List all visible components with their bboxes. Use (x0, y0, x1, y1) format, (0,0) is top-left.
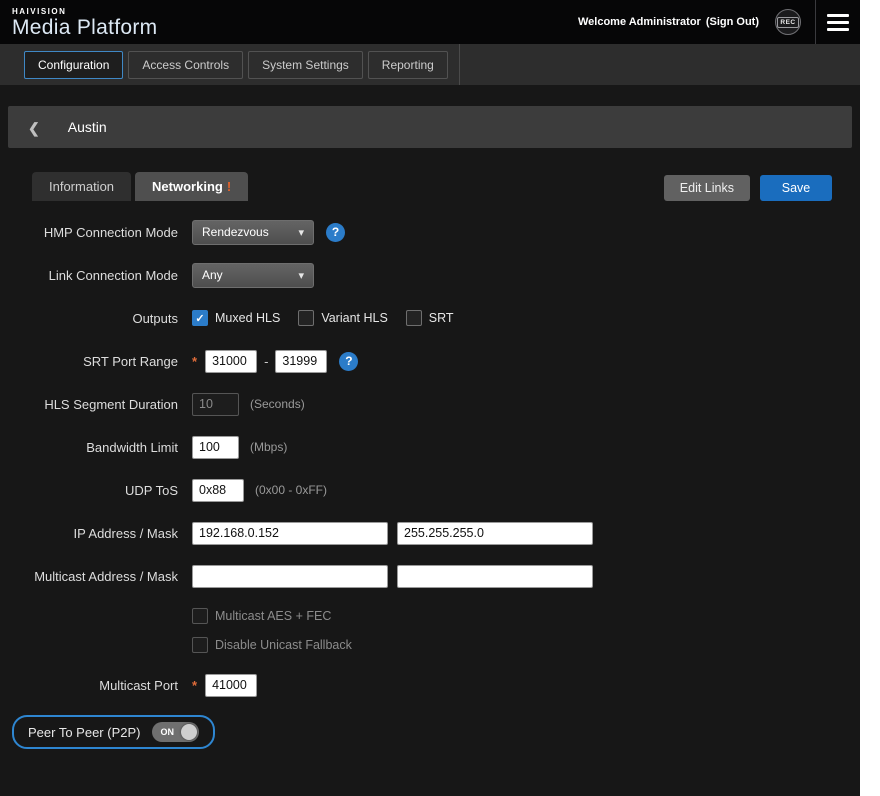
top-header: HAIVISION Media Platform Welcome Adminis… (0, 0, 860, 44)
p2p-label: Peer To Peer (P2P) (28, 725, 140, 740)
nav-divider (459, 44, 460, 85)
checkbox-unchecked-icon (298, 310, 314, 326)
hmp-connection-mode-row: HMP Connection Mode Rendezvous (0, 219, 860, 245)
required-marker: * (192, 678, 197, 693)
hmp-connection-mode-select[interactable]: Rendezvous (192, 220, 314, 245)
range-separator: - (264, 354, 268, 369)
srt-port-range-row: SRT Port Range * - (0, 348, 860, 374)
tab-networking-label: Networking (152, 179, 223, 194)
outputs-row: Outputs Muxed HLS Variant HLS SRT (0, 305, 860, 331)
outputs-muxed-hls-label: Muxed HLS (215, 311, 280, 325)
tab-information[interactable]: Information (32, 172, 131, 201)
link-connection-mode-select[interactable]: Any (192, 263, 314, 288)
srt-port-from-input[interactable] (205, 350, 257, 373)
brand-logo: HAIVISION Media Platform (12, 6, 157, 38)
hls-segment-duration-row: HLS Segment Duration (Seconds) (0, 391, 860, 417)
udp-tos-unit: (0x00 - 0xFF) (255, 483, 327, 497)
multicast-port-input[interactable] (205, 674, 257, 697)
required-marker: * (192, 354, 197, 369)
multicast-port-label: Multicast Port (0, 678, 178, 693)
multicast-address-input[interactable] (192, 565, 388, 588)
hls-segment-duration-input (192, 393, 239, 416)
tab-networking[interactable]: Networking! (135, 172, 248, 201)
bandwidth-limit-row: Bandwidth Limit (Mbps) (0, 434, 860, 460)
outputs-variant-hls-checkbox[interactable]: Variant HLS (298, 310, 387, 326)
multicast-mask-input[interactable] (397, 565, 593, 588)
sign-out-link[interactable]: (Sign Out) (706, 16, 759, 28)
toggle-knob (181, 724, 197, 740)
brand-media-platform: Media Platform (12, 17, 157, 38)
welcome-text: Welcome Administrator (578, 16, 701, 28)
chevron-down-icon (298, 268, 304, 282)
p2p-toggle[interactable]: ON (152, 722, 199, 742)
ip-mask-input[interactable] (397, 522, 593, 545)
outputs-label: Outputs (0, 311, 178, 326)
checkbox-unchecked-icon (192, 608, 208, 624)
brand-haivision: HAIVISION (12, 8, 157, 16)
outputs-srt-label: SRT (429, 311, 454, 325)
app-window: HAIVISION Media Platform Welcome Adminis… (0, 0, 860, 796)
srt-port-to-input[interactable] (275, 350, 327, 373)
outputs-muxed-hls-checkbox[interactable]: Muxed HLS (192, 310, 280, 326)
hmp-connection-mode-value: Rendezvous (202, 225, 269, 239)
bandwidth-limit-label: Bandwidth Limit (0, 440, 178, 455)
main-nav: Configuration Access Controls System Set… (0, 44, 860, 85)
hamburger-menu-icon[interactable] (816, 0, 860, 44)
multicast-aes-fec-label: Multicast AES + FEC (215, 609, 331, 623)
outputs-variant-hls-label: Variant HLS (321, 311, 387, 325)
hmp-connection-mode-help-icon[interactable] (326, 223, 345, 242)
edit-links-button[interactable]: Edit Links (664, 175, 750, 201)
multicast-address-mask-row: Multicast Address / Mask (0, 563, 860, 589)
checkbox-unchecked-icon (406, 310, 422, 326)
networking-form: HMP Connection Mode Rendezvous Link Conn… (0, 219, 860, 796)
multicast-address-mask-label: Multicast Address / Mask (0, 569, 178, 584)
nav-tab-access-controls[interactable]: Access Controls (128, 51, 243, 79)
ip-address-mask-label: IP Address / Mask (0, 526, 178, 541)
nav-tab-system-settings[interactable]: System Settings (248, 51, 363, 79)
disable-unicast-fallback-label: Disable Unicast Fallback (215, 638, 352, 652)
rec-badge[interactable]: REC (775, 9, 801, 35)
disable-unicast-fallback-checkbox: Disable Unicast Fallback (192, 637, 352, 653)
disable-unicast-fallback-row: Disable Unicast Fallback (0, 635, 860, 655)
networking-alert-icon: ! (227, 179, 231, 194)
multicast-port-row: Multicast Port * (0, 672, 860, 698)
udp-tos-label: UDP ToS (0, 483, 178, 498)
header-right: Welcome Administrator (Sign Out) REC (578, 0, 860, 44)
udp-tos-input[interactable] (192, 479, 244, 502)
page-header: Austin (8, 106, 852, 148)
link-connection-mode-label: Link Connection Mode (0, 268, 178, 283)
save-button[interactable]: Save (760, 175, 832, 201)
udp-tos-row: UDP ToS (0x00 - 0xFF) (0, 477, 860, 503)
ip-address-input[interactable] (192, 522, 388, 545)
hmp-connection-mode-label: HMP Connection Mode (0, 225, 178, 240)
checkbox-checked-icon (192, 310, 208, 326)
srt-port-range-help-icon[interactable] (339, 352, 358, 371)
p2p-highlight-box: Peer To Peer (P2P) ON (12, 715, 215, 749)
tabs-row: Information Networking! Edit Links Save (32, 172, 832, 201)
bandwidth-limit-unit: (Mbps) (250, 440, 287, 454)
srt-port-range-label: SRT Port Range (0, 354, 178, 369)
back-button[interactable] (22, 117, 46, 137)
outputs-srt-checkbox[interactable]: SRT (406, 310, 454, 326)
rec-label: REC (777, 17, 798, 28)
checkbox-unchecked-icon (192, 637, 208, 653)
p2p-toggle-state: ON (160, 727, 174, 737)
ip-address-mask-row: IP Address / Mask (0, 520, 860, 546)
page-title: Austin (68, 119, 107, 135)
multicast-aes-fec-checkbox: Multicast AES + FEC (192, 608, 331, 624)
link-connection-mode-value: Any (202, 268, 223, 282)
link-connection-mode-row: Link Connection Mode Any (0, 262, 860, 288)
nav-tab-reporting[interactable]: Reporting (368, 51, 448, 79)
nav-tab-configuration[interactable]: Configuration (24, 51, 123, 79)
hls-segment-duration-unit: (Seconds) (250, 397, 305, 411)
multicast-aes-fec-row: Multicast AES + FEC (0, 606, 860, 626)
p2p-row: Peer To Peer (P2P) ON (0, 715, 860, 749)
hls-segment-duration-label: HLS Segment Duration (0, 397, 178, 412)
chevron-down-icon (298, 225, 304, 239)
bandwidth-limit-input[interactable] (192, 436, 239, 459)
